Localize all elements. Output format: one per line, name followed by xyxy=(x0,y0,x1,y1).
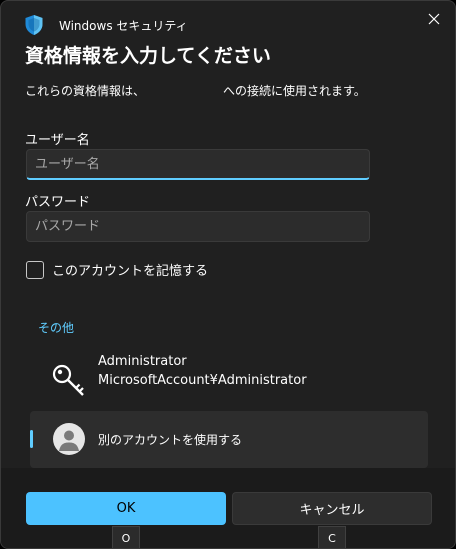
shield-icon xyxy=(25,15,43,35)
selection-indicator xyxy=(30,430,33,448)
app-title: Windows セキュリティ xyxy=(59,19,188,33)
credential-dialog: Windows セキュリティ 資格情報を入力してください これらの資格情報は、 … xyxy=(0,0,456,549)
cancel-button[interactable]: キャンセル xyxy=(232,492,432,525)
username-label: ユーザー名 xyxy=(25,133,90,148)
title-bar: Windows セキュリティ xyxy=(1,1,455,41)
dialog-footer: OK キャンセル O C xyxy=(1,468,455,548)
password-input[interactable] xyxy=(26,211,370,242)
key-icon xyxy=(52,363,86,401)
account-option-other[interactable]: 別のアカウントを使用する xyxy=(30,411,428,468)
ok-keytip: O xyxy=(112,526,140,548)
remember-checkbox-row[interactable]: このアカウントを記憶する xyxy=(26,260,208,279)
account-name: Administrator xyxy=(98,354,187,369)
password-label: パスワード xyxy=(25,195,91,210)
ok-button[interactable]: OK xyxy=(26,492,226,525)
more-choices-link[interactable]: その他 xyxy=(38,319,74,336)
user-icon xyxy=(53,423,85,455)
page-title: 資格情報を入力してください xyxy=(25,45,271,67)
account-option-administrator[interactable]: Administrator MicrosoftAccount¥Administr… xyxy=(30,351,428,408)
remember-checkbox[interactable] xyxy=(26,260,44,279)
remember-checkbox-label: このアカウントを記憶する xyxy=(52,264,209,279)
close-icon xyxy=(428,10,440,29)
connection-description: これらの資格情報は、 への接続に使用されます。 xyxy=(25,84,366,98)
cancel-keytip: C xyxy=(318,526,346,548)
close-button[interactable] xyxy=(421,7,447,31)
account-detail: MicrosoftAccount¥Administrator xyxy=(98,373,307,388)
account-name: 別のアカウントを使用する xyxy=(98,433,243,447)
username-input[interactable] xyxy=(26,149,370,180)
